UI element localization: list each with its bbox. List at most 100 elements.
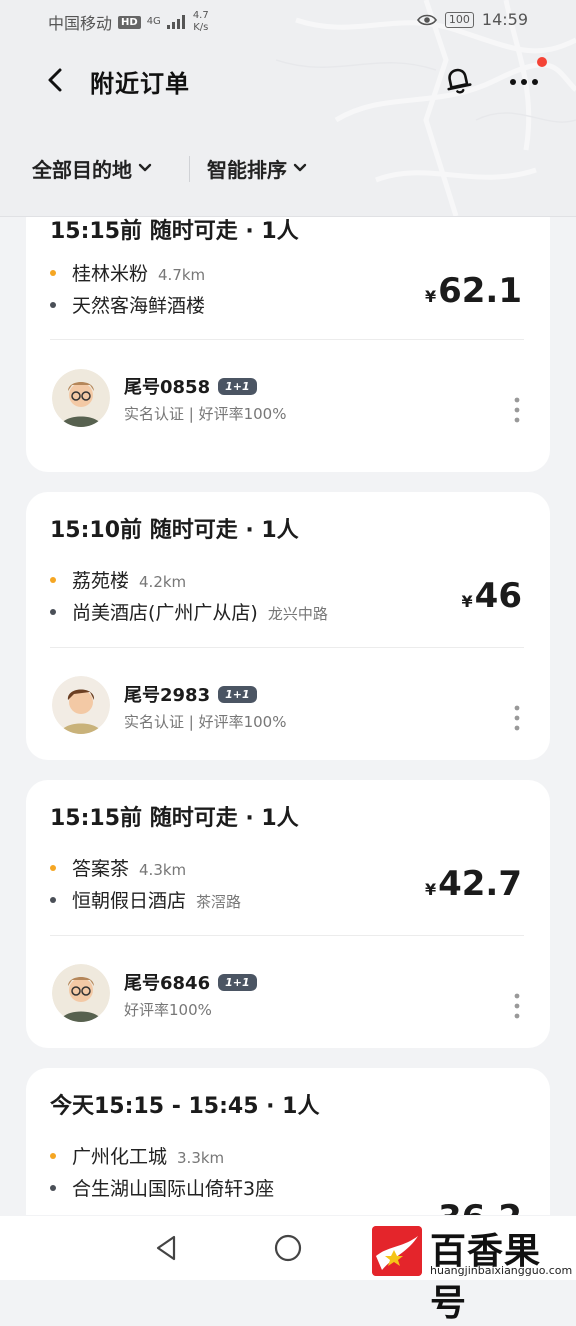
pickup-stop: 桂林米粉 4.7km xyxy=(50,259,205,286)
order-time: 15:15前 随时可走 · 1人 xyxy=(50,806,299,831)
more-vertical-icon[interactable] xyxy=(510,395,524,425)
currency-symbol: ¥ xyxy=(424,287,437,306)
order-card[interactable]: 15:15前 随时可走 · 1人 答案茶 4.3km 恒朝假日酒店 茶滘路 ¥ … xyxy=(26,780,550,1048)
network-type: 4G xyxy=(146,16,161,27)
card-divider xyxy=(50,935,524,936)
header-area: 中国移动 HD 4G 4.7 K/s 100 14:59 附近订单 全部目的地 … xyxy=(0,0,576,217)
more-vertical-icon[interactable] xyxy=(510,703,524,733)
seat-badge: 1+1 xyxy=(218,973,257,991)
pickup-distance: 3.3km xyxy=(177,1149,225,1167)
notification-dot xyxy=(537,57,547,67)
page-title: 附近订单 xyxy=(90,70,190,98)
dropoff-stop: 尚美酒店(广州广从店) 龙兴中路 xyxy=(50,598,328,625)
clock: 14:59 xyxy=(481,10,528,29)
pickup-dot xyxy=(50,577,56,583)
avatar[interactable] xyxy=(52,676,110,734)
order-time: 15:15前 随时可走 · 1人 xyxy=(50,219,299,244)
watermark-url: huangjinbaixiangguo.com xyxy=(430,1264,573,1277)
pickup-stop: 广州化工城 3.3km xyxy=(50,1142,224,1169)
dropoff-dot xyxy=(50,609,56,615)
pickup-stop: 荔苑楼 4.2km xyxy=(50,566,186,593)
sort-filter[interactable]: 智能排序 xyxy=(207,148,307,188)
order-time: 今天15:15 - 15:45 · 1人 xyxy=(50,1094,320,1119)
bell-icon[interactable] xyxy=(440,62,476,98)
dropoff-stop: 天然客海鲜酒楼 xyxy=(50,291,205,318)
carrier-label: 中国移动 xyxy=(48,14,113,33)
currency-symbol: ¥ xyxy=(425,1214,436,1215)
pickup-dot xyxy=(50,1153,56,1159)
nav-bar: 附近订单 xyxy=(0,50,576,110)
more-vertical-icon[interactable] xyxy=(510,991,524,1021)
dropoff-stop: 恒朝假日酒店 茶滘路 xyxy=(50,886,241,913)
circle-home-icon[interactable] xyxy=(272,1232,304,1264)
dropoff-area: 龙兴中路 xyxy=(267,605,328,623)
dropoff-dot xyxy=(50,302,56,308)
network-speed: 4.7 K/s xyxy=(193,10,209,34)
currency-symbol: ¥ xyxy=(424,880,437,899)
order-price: ¥ 36.2 xyxy=(425,1198,522,1215)
card-divider xyxy=(50,647,524,648)
eye-icon xyxy=(416,14,437,25)
user-name-row: 尾号6846 1+1 xyxy=(124,969,257,995)
price-value: 36.2 xyxy=(438,1198,522,1215)
user-name-row: 尾号0858 1+1 xyxy=(124,373,257,399)
order-price: ¥ 46 xyxy=(462,576,522,616)
pickup-distance: 4.3km xyxy=(139,861,187,879)
pickup-name: 答案茶 xyxy=(72,858,130,880)
user-name: 尾号0858 xyxy=(124,377,211,398)
destination-filter[interactable]: 全部目的地 xyxy=(32,148,152,188)
order-card[interactable]: 今天15:15 - 15:45 · 1人 广州化工城 3.3km 合生湖山国际山… xyxy=(26,1068,550,1215)
triangle-back-icon[interactable] xyxy=(150,1232,182,1264)
watermark: 百香果号 huangjinbaixiangguo.com xyxy=(372,1222,576,1324)
hd-badge: HD xyxy=(118,15,141,29)
order-card[interactable]: 15:10前 随时可走 · 1人 荔苑楼 4.2km 尚美酒店(广州广从店) 龙… xyxy=(26,492,550,760)
status-bar: 中国移动 HD 4G 4.7 K/s 100 14:59 xyxy=(0,0,576,44)
user-name: 尾号2983 xyxy=(124,685,211,706)
avatar[interactable] xyxy=(52,369,110,427)
speed-unit: K/s xyxy=(193,22,209,33)
speed-value: 4.7 xyxy=(192,10,209,21)
pickup-distance: 4.7km xyxy=(158,266,206,284)
dropoff-stop: 合生湖山国际山倚轩3座 xyxy=(50,1174,274,1201)
price-value: 42.7 xyxy=(438,864,522,904)
price-value: 62.1 xyxy=(438,271,522,311)
more-horizontal-icon[interactable] xyxy=(504,62,544,98)
pickup-name: 广州化工城 xyxy=(72,1146,168,1168)
dropoff-name: 合生湖山国际山倚轩3座 xyxy=(72,1178,275,1200)
pickup-name: 荔苑楼 xyxy=(72,570,130,592)
user-name-row: 尾号2983 1+1 xyxy=(124,681,257,707)
dropoff-area: 茶滘路 xyxy=(196,893,242,911)
filter-bar: 全部目的地 智能排序 xyxy=(0,148,576,192)
dropoff-dot xyxy=(50,1185,56,1191)
battery-indicator: 100 xyxy=(444,11,474,28)
dropoff-dot xyxy=(50,897,56,903)
watermark-logo-icon xyxy=(372,1226,422,1276)
user-name: 尾号6846 xyxy=(124,973,211,994)
sort-filter-label: 智能排序 xyxy=(207,157,287,182)
dropoff-name: 恒朝假日酒店 xyxy=(72,890,187,912)
order-price: ¥ 62.1 xyxy=(425,271,522,311)
order-card[interactable]: 15:15前 随时可走 · 1人 桂林米粉 4.7km 天然客海鲜酒楼 ¥ 62… xyxy=(26,217,550,472)
price-value: 46 xyxy=(474,576,522,616)
destination-filter-label: 全部目的地 xyxy=(32,157,132,182)
user-info: 实名认证 | 好评率100% xyxy=(124,405,287,423)
pickup-dot xyxy=(50,270,56,276)
pickup-stop: 答案茶 4.3km xyxy=(50,854,186,881)
user-info: 实名认证 | 好评率100% xyxy=(124,713,287,731)
user-info: 好评率100% xyxy=(124,1001,212,1019)
dropoff-name: 尚美酒店(广州广从店) xyxy=(72,602,258,624)
signal-icon xyxy=(166,15,185,29)
pickup-name: 桂林米粉 xyxy=(72,263,149,285)
order-time: 15:10前 随时可走 · 1人 xyxy=(50,518,299,543)
seat-badge: 1+1 xyxy=(218,685,257,703)
pickup-distance: 4.2km xyxy=(139,573,187,591)
filter-divider xyxy=(189,156,190,182)
chevron-down-icon xyxy=(138,163,152,172)
avatar[interactable] xyxy=(52,964,110,1022)
dropoff-name: 天然客海鲜酒楼 xyxy=(72,295,206,317)
order-list[interactable]: 15:15前 随时可走 · 1人 桂林米粉 4.7km 天然客海鲜酒楼 ¥ 62… xyxy=(0,217,576,1215)
pickup-dot xyxy=(50,865,56,871)
chevron-down-icon xyxy=(293,163,307,172)
seat-badge: 1+1 xyxy=(218,377,257,395)
chevron-left-icon[interactable] xyxy=(38,62,74,98)
